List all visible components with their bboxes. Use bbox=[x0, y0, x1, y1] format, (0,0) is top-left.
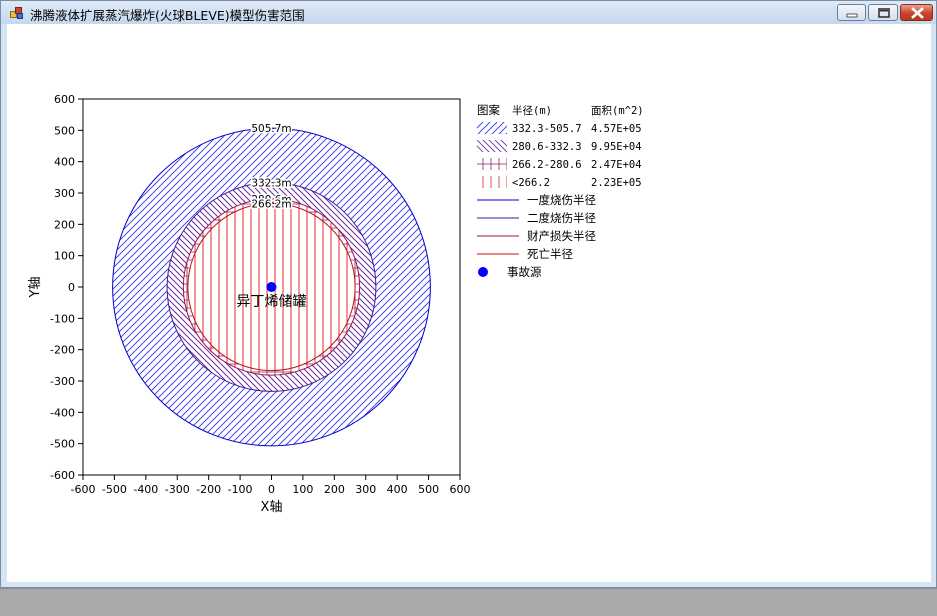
legend-swatch-diag-blue bbox=[477, 122, 507, 134]
y-tick-label: 0 bbox=[68, 281, 75, 294]
legend-line-label: 二度烧伤半径 bbox=[527, 211, 596, 225]
y-tick-label: -300 bbox=[50, 375, 75, 388]
radius-label-1: 332.3m bbox=[251, 178, 291, 190]
y-tick-label: -600 bbox=[50, 469, 75, 482]
app-window: 沸腾液体扩展蒸汽爆炸(火球BLEVE)模型伤害范围 505.7m 332.3m … bbox=[0, 0, 937, 588]
app-icon bbox=[10, 7, 23, 19]
legend-area: 4.57E+05 bbox=[591, 123, 642, 135]
taskbar bbox=[0, 588, 937, 616]
legend-area: 2.47E+04 bbox=[591, 159, 642, 171]
maximize-button[interactable] bbox=[868, 4, 898, 21]
y-tick-label: 600 bbox=[54, 93, 75, 106]
source-point bbox=[266, 282, 277, 292]
legend-header-area: 面积(m^2) bbox=[591, 105, 644, 117]
x-tick-label: 500 bbox=[418, 483, 439, 496]
close-icon bbox=[911, 7, 924, 19]
y-tick-label: 500 bbox=[54, 124, 75, 137]
x-tick-label: -400 bbox=[133, 483, 158, 496]
y-tick-label: -500 bbox=[50, 438, 75, 451]
x-tick-label: 200 bbox=[324, 483, 345, 496]
legend-source-marker bbox=[478, 267, 488, 277]
y-tick-label: 100 bbox=[54, 250, 75, 263]
x-tick-label: 0 bbox=[268, 483, 275, 496]
source-label: 异丁烯储罐 bbox=[237, 294, 307, 310]
title-bar[interactable]: 沸腾液体扩展蒸汽爆炸(火球BLEVE)模型伤害范围 bbox=[1, 1, 936, 24]
close-button[interactable] bbox=[900, 4, 933, 21]
x-tick-label: -200 bbox=[196, 483, 221, 496]
legend-area: 2.23E+05 bbox=[591, 177, 642, 189]
legend-range: 266.2-280.6 bbox=[512, 159, 582, 171]
y-tick-label: 400 bbox=[54, 156, 75, 169]
legend-range: 280.6-332.3 bbox=[512, 141, 582, 153]
window-title: 沸腾液体扩展蒸汽爆炸(火球BLEVE)模型伤害范围 bbox=[30, 8, 305, 23]
legend-line-label: 一度烧伤半径 bbox=[527, 193, 596, 207]
y-tick-label: 200 bbox=[54, 218, 75, 231]
y-tick-label: -200 bbox=[50, 344, 75, 357]
radius-label-0: 505.7m bbox=[251, 123, 291, 135]
maximize-icon bbox=[878, 8, 890, 18]
y-tick-label: 300 bbox=[54, 187, 75, 200]
legend-swatch-vert-red bbox=[477, 176, 507, 188]
x-tick-label: 100 bbox=[292, 483, 313, 496]
y-axis-title: Y轴 bbox=[28, 277, 43, 299]
y-tick-label: -100 bbox=[50, 312, 75, 325]
radius-label-3: 266.2m bbox=[251, 198, 291, 210]
legend-area: 9.95E+04 bbox=[591, 141, 642, 153]
x-tick-label: -100 bbox=[228, 483, 253, 496]
minimize-button[interactable] bbox=[837, 4, 866, 21]
minimize-icon bbox=[846, 13, 858, 18]
x-tick-label: 300 bbox=[355, 483, 376, 496]
legend-range: <266.2 bbox=[512, 177, 550, 189]
legend-swatch-diag-purple bbox=[477, 140, 507, 152]
legend-source-label: 事故源 bbox=[507, 265, 542, 279]
legend-header-radius: 半径(m) bbox=[512, 104, 552, 117]
x-tick-label: 600 bbox=[450, 483, 471, 496]
legend-header-pattern: 图案 bbox=[477, 103, 500, 117]
legend-line-label: 死亡半径 bbox=[527, 247, 573, 261]
x-tick-label: -300 bbox=[165, 483, 190, 496]
chart-area: 505.7m 332.3m 280.6m 266.2m 异丁烯储罐 -600 -500 -4… bbox=[7, 24, 931, 582]
x-axis-title: X轴 bbox=[261, 500, 283, 515]
x-tick-label: -500 bbox=[102, 483, 127, 496]
y-tick-label: -400 bbox=[50, 406, 75, 419]
x-tick-label: 400 bbox=[387, 483, 408, 496]
x-tick-label: -600 bbox=[71, 483, 96, 496]
legend-range: 332.3-505.7 bbox=[512, 123, 582, 135]
bleve-chart: 505.7m332.3m280.6m266.2m异丁烯储罐 -600 -500 -4… bbox=[28, 93, 644, 515]
legend-swatch-cross-purple bbox=[477, 158, 507, 170]
legend-line-label: 财产损失半径 bbox=[527, 229, 596, 243]
